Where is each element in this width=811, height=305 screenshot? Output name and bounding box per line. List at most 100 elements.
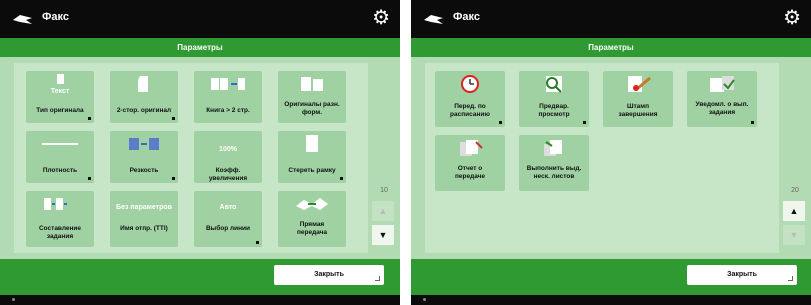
scrollbar: 10 ▲ ▼ bbox=[368, 57, 400, 259]
fax-logo-icon bbox=[424, 15, 443, 24]
tile-label: Имя отпр. (TTI) bbox=[120, 225, 168, 232]
job-build-icon bbox=[44, 198, 67, 210]
tile-tx-report[interactable]: Отчет о передаче bbox=[435, 135, 505, 191]
tile-original-type[interactable]: Текст Тип оригинала bbox=[26, 71, 94, 123]
status-bar bbox=[0, 295, 400, 305]
tile-label: Плотность bbox=[42, 167, 78, 174]
gear-icon[interactable]: ⚙ bbox=[783, 7, 801, 29]
tile-label: Составление задания bbox=[38, 225, 82, 240]
tile-book-to-2-pages[interactable]: Книга > 2 стр. bbox=[194, 71, 262, 123]
tile-value: 100% bbox=[219, 146, 237, 153]
page-indicator: 10 bbox=[380, 187, 388, 194]
tile-zoom-ratio[interactable]: 100% Коэфф. увеличения bbox=[194, 131, 262, 183]
tile-label: Книга > 2 стр. bbox=[206, 107, 250, 114]
report-icon bbox=[460, 140, 483, 156]
tile-stamp[interactable]: Штамп завершения bbox=[603, 71, 673, 127]
tile-label: Штамп завершения bbox=[618, 103, 658, 118]
clock-icon bbox=[461, 75, 479, 93]
options-grid: Перед. по расписанию Предвар. просмотр Ш… bbox=[425, 63, 779, 253]
tile-label: Перед. по расписанию bbox=[450, 103, 490, 118]
bottom-bar: Закрыть bbox=[0, 259, 400, 295]
tile-sharpness[interactable]: Резкость bbox=[110, 131, 178, 183]
tile-sender-name-tti[interactable]: Без параметров Имя отпр. (TTI) bbox=[110, 191, 178, 247]
submenu-arrow-icon bbox=[751, 121, 754, 124]
density-slider-icon bbox=[42, 143, 78, 145]
submenu-arrow-icon bbox=[172, 117, 175, 120]
tile-erase-frame[interactable]: Стереть рамку bbox=[278, 131, 346, 183]
tile-label: Резкость bbox=[129, 167, 159, 174]
sharpness-icon bbox=[129, 138, 159, 150]
gear-icon[interactable]: ⚙ bbox=[372, 7, 390, 29]
preview-magnifier-icon bbox=[546, 76, 562, 93]
stamp-icon bbox=[628, 76, 651, 92]
tile-density[interactable]: Плотность bbox=[26, 131, 94, 183]
scrollbar: 20 ▲ ▼ bbox=[779, 57, 811, 259]
corner-mark-icon bbox=[375, 276, 380, 281]
tile-label: Оригиналы разн. форм. bbox=[284, 101, 340, 116]
tile-delayed-send[interactable]: Перед. по расписанию bbox=[435, 71, 505, 127]
tile-notify-job-done[interactable]: Уведомл. о вып. задания bbox=[687, 71, 757, 127]
scroll-up-button[interactable]: ▲ bbox=[783, 201, 805, 221]
tile-value: Авто bbox=[219, 204, 237, 211]
fax-logo-icon bbox=[13, 15, 32, 24]
erase-frame-icon bbox=[306, 135, 318, 152]
tile-label: Отчет о передаче bbox=[454, 165, 486, 180]
submenu-arrow-icon bbox=[256, 241, 259, 244]
tile-label: Коэфф. увеличения bbox=[208, 167, 248, 182]
tile-select-line[interactable]: Авто Выбор линии bbox=[194, 191, 262, 247]
page-indicator: 20 bbox=[791, 187, 799, 194]
page-title: Параметры bbox=[0, 38, 400, 57]
tile-direct-send[interactable]: Прямая передача bbox=[278, 191, 346, 247]
scroll-down-button[interactable]: ▼ bbox=[372, 225, 394, 245]
close-button-label: Закрыть bbox=[727, 271, 757, 278]
tile-job-build[interactable]: Составление задания bbox=[26, 191, 94, 247]
close-button[interactable]: Закрыть bbox=[687, 265, 797, 285]
submenu-arrow-icon bbox=[583, 121, 586, 124]
page-title: Параметры bbox=[411, 38, 811, 57]
tile-value: Текст bbox=[50, 88, 70, 95]
tile-2-sided-original[interactable]: 2-стор. оригинал bbox=[110, 71, 178, 123]
submenu-arrow-icon bbox=[88, 177, 91, 180]
tile-label: Прямая передача bbox=[296, 221, 328, 236]
top-bar: Факс ⚙ bbox=[0, 0, 400, 38]
tile-label: Предвар. просмотр bbox=[538, 103, 570, 118]
app-title: Факс bbox=[453, 11, 480, 23]
submenu-arrow-icon bbox=[88, 117, 91, 120]
submenu-arrow-icon bbox=[499, 121, 502, 124]
submenu-arrow-icon bbox=[172, 177, 175, 180]
fax-options-screen-page-2: Факс ⚙ Параметры Перед. по расписанию Пр… bbox=[411, 0, 811, 305]
fax-options-screen-page-1: Факс ⚙ Параметры Текст Тип оригинала 2-с… bbox=[0, 0, 400, 305]
scroll-up-button[interactable]: ▲ bbox=[372, 201, 394, 221]
status-bar bbox=[411, 295, 811, 305]
status-dot-icon bbox=[423, 298, 426, 301]
corner-mark-icon bbox=[788, 276, 793, 281]
tile-label: Уведомл. о вып. задания bbox=[695, 101, 749, 116]
direct-send-icon bbox=[296, 198, 328, 210]
document-icon bbox=[57, 74, 64, 84]
close-button-label: Закрыть bbox=[314, 271, 344, 278]
tile-preview[interactable]: Предвар. просмотр bbox=[519, 71, 589, 127]
tile-label: 2-стор. оригинал bbox=[116, 107, 172, 114]
book-split-icon bbox=[211, 78, 245, 90]
multi-sheet-icon bbox=[544, 140, 562, 156]
top-bar: Факс ⚙ bbox=[411, 0, 811, 38]
tile-label: Выбор линии bbox=[205, 225, 251, 232]
tile-label: Выполнить выд. неск. листов bbox=[526, 165, 582, 180]
submenu-arrow-icon bbox=[340, 177, 343, 180]
tile-value: Без параметров bbox=[116, 204, 172, 211]
tile-label: Тип оригинала bbox=[36, 107, 84, 114]
app-title: Факс bbox=[42, 11, 69, 23]
tile-label: Стереть рамку bbox=[288, 167, 336, 174]
options-panel: Перед. по расписанию Предвар. просмотр Ш… bbox=[411, 57, 811, 259]
options-panel: Текст Тип оригинала 2-стор. оригинал Кни… bbox=[0, 57, 400, 259]
two-sided-icon bbox=[138, 76, 148, 92]
scroll-down-button[interactable]: ▼ bbox=[783, 225, 805, 245]
mixed-size-icon bbox=[301, 77, 323, 91]
tile-different-size-originals[interactable]: Оригиналы разн. форм. bbox=[278, 71, 346, 123]
close-button[interactable]: Закрыть bbox=[274, 265, 384, 285]
tile-multi-sheet-select[interactable]: Выполнить выд. неск. листов bbox=[519, 135, 589, 191]
status-dot-icon bbox=[12, 298, 15, 301]
options-grid: Текст Тип оригинала 2-стор. оригинал Кни… bbox=[14, 63, 368, 253]
notify-icon bbox=[710, 76, 735, 92]
bottom-bar: Закрыть bbox=[411, 259, 811, 295]
